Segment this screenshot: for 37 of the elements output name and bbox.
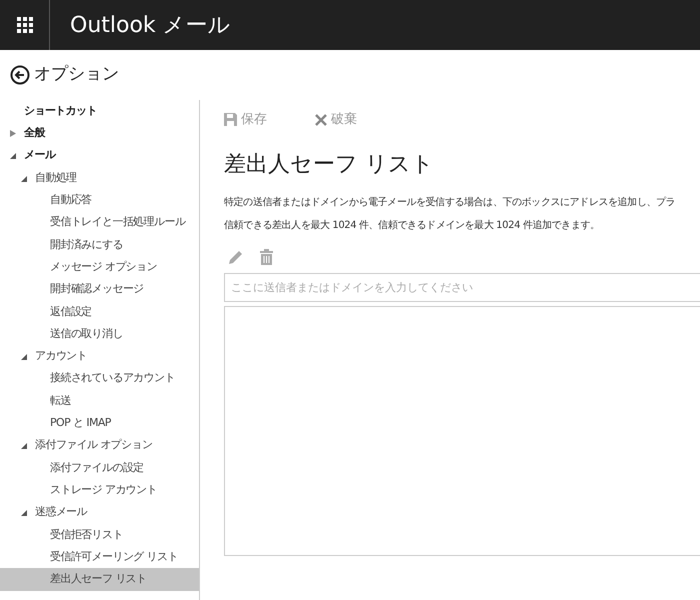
- app-launcher-icon[interactable]: [16, 17, 32, 33]
- sidebar-section[interactable]: 全般: [0, 122, 199, 145]
- sidebar-item[interactable]: 開封確認メッセージ: [0, 278, 199, 301]
- description-text: 特定の送信者またはドメインから電子メールを受信する場合は、下のボックスにアドレスを追加し、プラ: [224, 196, 676, 210]
- sidebar-item[interactable]: 添付ファイル オプション: [0, 434, 199, 457]
- sidebar-item[interactable]: メッセージ オプション: [0, 256, 199, 278]
- sidebar-item[interactable]: 開封済みにする: [0, 234, 199, 256]
- collapse-triangle-icon[interactable]: [21, 352, 27, 360]
- collapse-triangle-icon[interactable]: [21, 442, 27, 450]
- expand-triangle-icon[interactable]: [10, 130, 16, 137]
- app-title: Outlook メール: [69, 12, 231, 40]
- sidebar-item[interactable]: 接続されているアカウント: [0, 368, 199, 390]
- collapse-triangle-icon[interactable]: [21, 508, 27, 516]
- back-icon[interactable]: [10, 65, 30, 85]
- sidebar-item[interactable]: 転送: [0, 390, 199, 412]
- sidebar-item[interactable]: 添付ファイルの設定: [0, 456, 199, 480]
- sidebar-item[interactable]: 受信許可メーリング リスト: [0, 546, 199, 568]
- sidebar-item[interactable]: 自動応答: [0, 189, 199, 212]
- sidebar-item[interactable]: 迷惑メール: [0, 501, 199, 524]
- collapse-triangle-icon[interactable]: [10, 152, 16, 160]
- sidebar-item[interactable]: 差出人セーフ リスト: [0, 568, 199, 591]
- description-text: 信頼できる差出人を最大 1024 件、信頼できるドメインを最大 1024 件追加できます。: [224, 218, 601, 232]
- sidebar-section[interactable]: メール: [0, 144, 199, 167]
- sidebar-item[interactable]: 受信拒否リスト: [0, 524, 199, 546]
- sidebar-item[interactable]: アカウント: [0, 345, 199, 368]
- sidebar-item[interactable]: 返信設定: [0, 300, 199, 323]
- collapse-triangle-icon[interactable]: [21, 174, 27, 182]
- page-title: 差出人セーフ リスト: [224, 150, 435, 178]
- sidebar-item[interactable]: 受信トレイと一括処理ルール: [0, 211, 199, 234]
- address-input[interactable]: ここに送信者またはドメインを入力してください: [224, 272, 700, 302]
- sidebar-item[interactable]: POP と IMAP: [0, 412, 199, 434]
- sidebar-section[interactable]: ショートカット: [0, 100, 199, 122]
- options-heading[interactable]: オプション: [34, 62, 119, 88]
- close-icon: [315, 114, 327, 126]
- sidebar-item[interactable]: ストレージ アカウント: [0, 479, 199, 502]
- sidebar-item[interactable]: 自動処理: [0, 166, 199, 190]
- sidebar-item[interactable]: 送信の取り消し: [0, 322, 199, 346]
